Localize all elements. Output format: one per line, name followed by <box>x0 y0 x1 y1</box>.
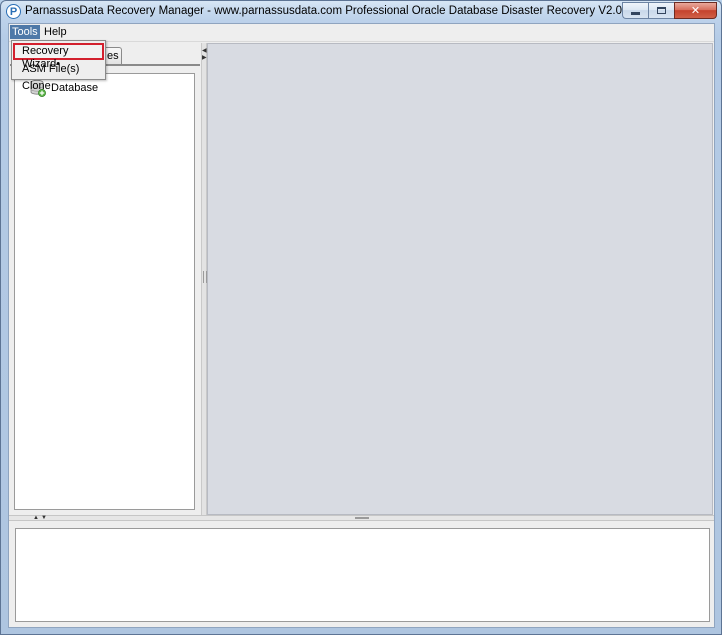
horizontal-splitter[interactable]: ▲ ▼ <box>9 515 714 521</box>
maximize-icon <box>657 7 666 14</box>
collapse-up-icon[interactable]: ▲ <box>33 515 39 521</box>
menu-bar: Tools Help <box>9 24 714 42</box>
menu-item-recovery-wizard[interactable]: Recovery Wizard• <box>13 43 104 70</box>
app-logo-icon: P <box>6 4 21 19</box>
collapse-down-icon[interactable]: ▼ <box>41 515 47 521</box>
menu-help[interactable]: Help <box>42 25 69 39</box>
splitter-grip-icon <box>355 517 369 519</box>
left-panel: es Database <box>10 43 200 515</box>
log-output-pane[interactable] <box>15 528 710 622</box>
title-bar[interactable]: P ParnassusData Recovery Manager - www.p… <box>1 1 721 23</box>
minimize-icon <box>631 11 640 15</box>
collapse-left-icon[interactable]: ◀ <box>202 48 207 54</box>
app-window: P ParnassusData Recovery Manager - www.p… <box>0 0 722 635</box>
window-title: ParnassusData Recovery Manager - www.par… <box>25 5 704 17</box>
menu-item-asm-file-clone[interactable]: ASM File(s) Clone <box>13 61 104 92</box>
window-controls: ✕ <box>622 2 717 20</box>
collapse-right-icon[interactable]: ▶ <box>202 55 207 61</box>
database-tree[interactable]: Database <box>14 73 195 510</box>
minimize-button[interactable] <box>622 2 648 19</box>
tools-dropdown-menu: Recovery Wizard• ASM File(s) Clone <box>11 40 106 92</box>
maximize-button[interactable] <box>648 2 674 19</box>
close-icon: ✕ <box>690 5 701 17</box>
client-area: Tools Help es Database ◀ ▶ ▲ ▼ Recovery … <box>8 23 715 628</box>
close-button[interactable]: ✕ <box>674 2 717 19</box>
tree-node-label: Database <box>51 82 99 94</box>
main-content-pane <box>207 43 713 515</box>
menu-tools[interactable]: Tools <box>10 25 40 39</box>
